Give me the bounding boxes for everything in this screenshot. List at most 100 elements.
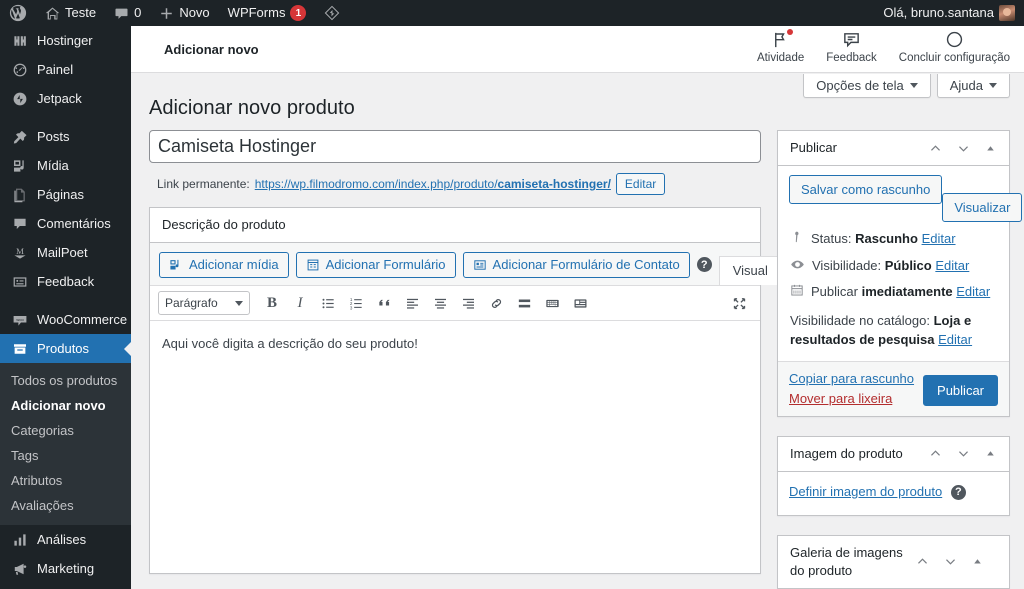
jetpack-icon [11, 90, 29, 108]
edit-visibility-link[interactable]: Editar [935, 258, 969, 273]
align-left-icon[interactable] [399, 291, 425, 315]
edit-status-link[interactable]: Editar [922, 231, 956, 246]
header-actions: Atividade Feedback Concluir configuração [757, 30, 1024, 68]
toggle-panel-icon[interactable] [971, 555, 984, 568]
products-submenu: Todos os produtos Adicionar novo Categor… [0, 363, 131, 525]
activity-notification-dot [787, 29, 793, 35]
move-down-icon[interactable] [956, 446, 971, 461]
sidebar-item-label: Painel [37, 63, 73, 76]
save-draft-button[interactable]: Salvar como rascunho [789, 175, 942, 204]
dashboard-icon [11, 61, 29, 79]
submenu-item-todos-os-produtos[interactable]: Todos os produtos [0, 368, 131, 393]
comments-menu[interactable]: 0 [105, 0, 150, 26]
submenu-item-atributos[interactable]: Atributos [0, 468, 131, 493]
publish-button[interactable]: Publicar [923, 375, 998, 406]
product-image-title: Imagem do produto [790, 437, 928, 471]
footer-links: Copiar para rascunho Mover para lixeira [789, 371, 914, 406]
finish-setup-button[interactable]: Concluir configuração [899, 30, 1010, 64]
sidebar-item-produtos[interactable]: Produtos [0, 334, 131, 363]
toggle-panel-icon[interactable] [984, 447, 997, 460]
add-contact-form-button[interactable]: Adicionar Formulário de Contato [463, 252, 690, 278]
link-icon[interactable] [483, 291, 509, 315]
site-name-menu[interactable]: Teste [36, 0, 105, 26]
add-media-label: Adicionar mídia [189, 258, 279, 271]
align-center-icon[interactable] [427, 291, 453, 315]
bulleted-list-icon[interactable] [315, 291, 341, 315]
wpforms-menu[interactable]: WPForms 1 [219, 0, 316, 26]
fullscreen-icon[interactable] [726, 291, 752, 315]
move-up-icon[interactable] [915, 554, 930, 569]
editor-content-area[interactable]: Aqui você digita a descrição do seu prod… [150, 321, 760, 573]
sidebar-item-mailpoet[interactable]: M MailPoet [0, 238, 131, 267]
sidebar-item-wpforms[interactable]: WPForms [0, 583, 131, 589]
publish-time-value: imediatamente [862, 284, 953, 299]
product-title-input[interactable] [149, 130, 761, 163]
new-content-label: Novo [179, 0, 209, 26]
status-value: Rascunho [855, 231, 918, 246]
move-up-icon[interactable] [928, 141, 943, 156]
submenu-item-categorias[interactable]: Categorias [0, 418, 131, 443]
wordpress-logo-menu[interactable] [0, 0, 36, 26]
submenu-item-avaliacoes[interactable]: Avaliações [0, 493, 131, 518]
new-content-menu[interactable]: Novo [150, 0, 218, 26]
jetpack-menu[interactable] [315, 0, 349, 26]
sidebar-item-painel[interactable]: Painel [0, 55, 131, 84]
toggle-panel-icon[interactable] [984, 142, 997, 155]
sidebar-item-comentarios[interactable]: Comentários [0, 209, 131, 238]
sidebar-item-analises[interactable]: Análises [0, 525, 131, 554]
svg-text:3: 3 [349, 305, 352, 310]
italic-icon[interactable]: I [287, 291, 313, 315]
move-down-icon[interactable] [956, 141, 971, 156]
product-image-body: Definir imagem do produto ? [778, 472, 1009, 515]
visibility-value: Público [885, 258, 932, 273]
sidebar-item-jetpack[interactable]: Jetpack [0, 84, 131, 113]
sidebar-item-hostinger[interactable]: Hostinger [0, 26, 131, 55]
align-right-icon[interactable] [455, 291, 481, 315]
move-down-icon[interactable] [943, 554, 958, 569]
sidebar-item-label: Mídia [37, 159, 69, 172]
sidebar-item-midia[interactable]: Mídia [0, 151, 131, 180]
paragraph-format-select[interactable]: Parágrafo [158, 291, 250, 315]
my-account-menu[interactable]: Olá, bruno.santana [874, 0, 1024, 26]
sidebar-item-paginas[interactable]: Páginas [0, 180, 131, 209]
move-to-trash-link[interactable]: Mover para lixeira [789, 391, 914, 406]
sidebar-item-marketing[interactable]: Marketing [0, 554, 131, 583]
read-more-icon[interactable] [511, 291, 537, 315]
add-form-button[interactable]: Adicionar Formulário [296, 252, 456, 278]
tab-visual[interactable]: Visual [719, 256, 782, 285]
submenu-item-adicionar-novo[interactable]: Adicionar novo [0, 393, 131, 418]
edit-catalog-link[interactable]: Editar [938, 332, 972, 347]
set-product-image-link[interactable]: Definir imagem do produto [789, 484, 942, 499]
edit-permalink-button[interactable]: Editar [616, 173, 665, 195]
sidebar-item-label: Marketing [37, 562, 94, 575]
svg-text:M: M [16, 246, 24, 256]
keyboard-shortcuts-icon[interactable] [539, 291, 565, 315]
submenu-item-tags[interactable]: Tags [0, 443, 131, 468]
move-up-icon[interactable] [928, 446, 943, 461]
bold-icon[interactable]: B [259, 291, 285, 315]
blockquote-icon[interactable] [371, 291, 397, 315]
toolbar-toggle-icon[interactable] [567, 291, 593, 315]
eye-icon [790, 257, 805, 272]
sidebar-item-feedback[interactable]: Feedback [0, 267, 131, 296]
comment-bubble-icon [114, 6, 129, 21]
feedback-button[interactable]: Feedback [826, 30, 877, 64]
chevron-down-icon [235, 301, 243, 306]
add-media-button[interactable]: Adicionar mídia [159, 252, 289, 278]
preview-button[interactable]: Visualizar [942, 193, 1022, 222]
sidebar-item-woocommerce[interactable]: woo WooCommerce [0, 305, 131, 334]
numbered-list-icon[interactable]: 1 2 3 [343, 291, 369, 315]
help-icon[interactable]: ? [697, 257, 712, 272]
screen-options-button[interactable]: Opções de tela [803, 74, 930, 98]
edit-publish-time-link[interactable]: Editar [956, 284, 990, 299]
publish-time-row: Publicar imediatamente Editar [789, 275, 998, 302]
copy-to-draft-link[interactable]: Copiar para rascunho [789, 371, 914, 386]
mailpoet-icon: M [11, 244, 29, 262]
sidebar-item-posts[interactable]: Posts [0, 122, 131, 151]
sidebar-separator [0, 113, 131, 122]
editor-media-toolbar: Adicionar mídia Adicionar Formulário [150, 243, 760, 286]
help-button[interactable]: Ajuda [937, 74, 1010, 98]
activity-panel-button[interactable]: Atividade [757, 30, 804, 64]
permalink-link[interactable]: https://wp.filmodromo.com/index.php/prod… [255, 174, 611, 194]
help-icon[interactable]: ? [951, 485, 966, 500]
